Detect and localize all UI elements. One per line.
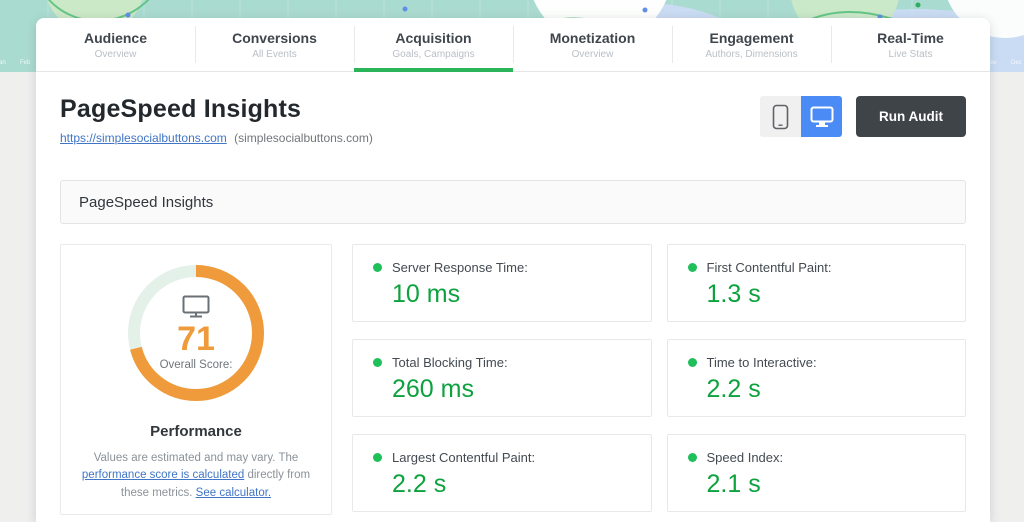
metric-card-server-response-time: Server Response Time: 10 ms — [352, 244, 652, 322]
metric-value: 260 ms — [392, 375, 474, 403]
panel-body: 71 Overall Score: Performance Values are… — [60, 244, 966, 515]
panel-header: PageSpeed Insights — [60, 180, 966, 224]
page-header: PageSpeed Insights https://simplesocialb… — [36, 72, 990, 145]
metric-card-speed-index: Speed Index: 2.1 s — [666, 434, 966, 512]
metric-status-dot — [687, 453, 697, 462]
metric-value: 1.3 s — [706, 280, 761, 308]
tab-sublabel: Overview — [94, 48, 137, 60]
tab-label: Monetization — [549, 29, 636, 46]
metric-value: 2.2 s — [706, 375, 761, 403]
bg-axis-label: Jan — [0, 60, 6, 66]
audited-url-suffix: (simplesocialbuttons.com) — [234, 131, 373, 145]
tab-label: Engagement — [709, 29, 794, 46]
metric-label: Total Blocking Time: — [392, 355, 508, 370]
metric-status-dot — [373, 358, 382, 367]
tab-engagement[interactable]: Engagement Authors, Dimensions — [672, 18, 831, 71]
tab-monetization[interactable]: Monetization Overview — [513, 18, 672, 71]
tab-sublabel: Authors, Dimensions — [705, 48, 798, 60]
header-controls: Run Audit — [760, 96, 966, 137]
metric-label: Speed Index: — [706, 450, 784, 465]
title-block: PageSpeed Insights https://simplesocialb… — [60, 95, 373, 145]
metric-card-first-contentful-paint: First Contentful Paint: 1.3 s — [666, 244, 966, 322]
desktop-device-icon — [182, 295, 210, 318]
metric-card-largest-contentful-paint: Largest Contentful Paint: 2.2 s — [352, 434, 652, 512]
tab-sublabel: All Events — [252, 48, 297, 60]
tab-real-time[interactable]: Real-Time Live Stats — [831, 18, 990, 71]
bg-axis-label: Dec — [1011, 60, 1022, 66]
main-panel: Audience Overview Conversions All Events… — [36, 18, 990, 522]
performance-category-label: Performance — [150, 423, 242, 440]
tab-conversions[interactable]: Conversions All Events — [195, 18, 354, 71]
tab-label: Real-Time — [877, 29, 944, 46]
metric-label: Server Response Time: — [392, 260, 528, 275]
panel-title: PageSpeed Insights — [79, 193, 214, 211]
see-calculator-link[interactable]: See calculator. — [196, 487, 271, 499]
metric-status-dot — [687, 263, 697, 272]
score-disclaimer: Values are estimated and may vary. The p… — [75, 450, 317, 502]
metric-label: Time to Interactive: — [706, 355, 817, 370]
metric-value: 2.2 s — [392, 470, 447, 498]
metric-value: 10 ms — [392, 280, 461, 308]
metric-status-dot — [373, 263, 382, 272]
pagespeed-panel: PageSpeed Insights 71 Overall Score: Per… — [60, 180, 966, 515]
audited-url-link[interactable]: https://simplesocialbuttons.com — [60, 131, 227, 145]
tab-acquisition[interactable]: Acquisition Goals, Campaigns — [354, 18, 513, 72]
audited-url-line: https://simplesocialbuttons.com (simples… — [60, 131, 373, 145]
metric-value: 2.1 s — [706, 470, 761, 498]
tab-sublabel: Live Stats — [888, 48, 933, 60]
performance-score-calculated-link[interactable]: performance score is calculated — [82, 469, 244, 481]
tab-label: Audience — [83, 29, 147, 46]
metric-label: Largest Contentful Paint: — [392, 450, 536, 465]
metric-card-total-blocking-time: Total Blocking Time: 260 ms — [352, 339, 652, 417]
report-tabs-nav: Audience Overview Conversions All Events… — [36, 18, 990, 72]
tab-sublabel: Goals, Campaigns — [392, 48, 475, 60]
score-gauge-center: 71 Overall Score: — [121, 258, 271, 408]
overall-score-value: 71 — [177, 320, 215, 358]
device-toggle — [760, 96, 843, 137]
mobile-phone-icon — [772, 104, 789, 129]
desktop-monitor-icon — [810, 106, 834, 127]
metric-status-dot — [687, 358, 697, 367]
metrics-grid: Server Response Time: 10 ms First Conten… — [352, 244, 966, 515]
page-title: PageSpeed Insights — [60, 95, 302, 123]
bg-axis-label: Feb — [20, 60, 31, 66]
desktop-toggle-button[interactable] — [801, 96, 843, 137]
disclaimer-text: Values are estimated and may vary. The — [93, 452, 299, 464]
run-audit-button[interactable]: Run Audit — [856, 96, 966, 137]
performance-score-card: 71 Overall Score: Performance Values are… — [60, 244, 332, 515]
tab-label: Conversions — [232, 29, 317, 46]
score-gauge: 71 Overall Score: — [121, 258, 271, 408]
overall-score-label: Overall Score: — [159, 359, 233, 371]
tab-audience[interactable]: Audience Overview — [36, 18, 195, 71]
metric-status-dot — [373, 453, 382, 462]
metric-label: First Contentful Paint: — [706, 260, 832, 275]
tab-sublabel: Overview — [571, 48, 614, 60]
metric-card-time-to-interactive: Time to Interactive: 2.2 s — [666, 339, 966, 417]
mobile-toggle-button[interactable] — [760, 96, 802, 137]
tab-label: Acquisition — [395, 29, 472, 46]
